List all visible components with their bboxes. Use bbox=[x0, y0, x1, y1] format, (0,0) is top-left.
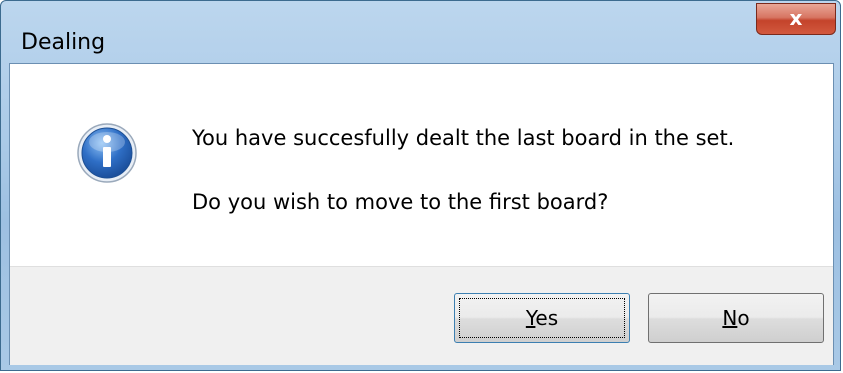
close-button[interactable]: x bbox=[756, 3, 836, 35]
button-bar: Yes No bbox=[10, 266, 833, 365]
message-line-2: Do you wish to move to the first board? bbox=[192, 190, 609, 214]
no-label: o bbox=[737, 306, 750, 330]
yes-accelerator: Y bbox=[525, 306, 536, 330]
dialog-window: Dealing x You have succesfully dealt the… bbox=[0, 0, 841, 371]
no-button[interactable]: No bbox=[648, 293, 824, 343]
information-icon bbox=[77, 123, 137, 183]
dialog-client-area: You have succesfully dealt the last boar… bbox=[9, 63, 834, 365]
message-area: You have succesfully dealt the last boar… bbox=[10, 64, 833, 266]
no-accelerator: N bbox=[722, 306, 738, 330]
message-line-1: You have succesfully dealt the last boar… bbox=[192, 126, 735, 150]
yes-button[interactable]: Yes bbox=[454, 293, 630, 343]
yes-label: es bbox=[535, 306, 559, 330]
window-title: Dealing bbox=[21, 30, 106, 55]
title-bar[interactable]: Dealing x bbox=[1, 1, 840, 63]
close-icon: x bbox=[789, 6, 803, 30]
